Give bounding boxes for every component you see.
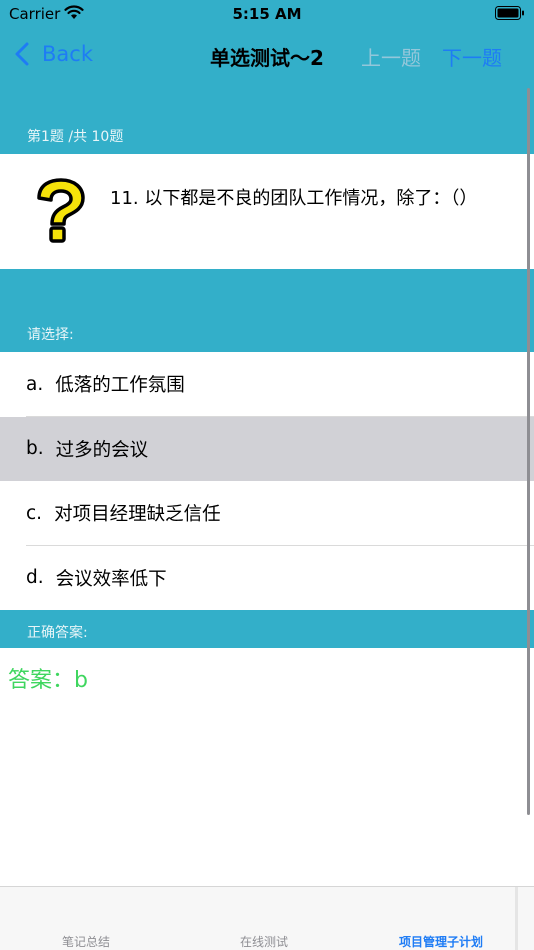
option-letter: d. — [26, 567, 44, 589]
option-letter: c. — [26, 502, 43, 524]
question-text: 11. 以下都是不良的团队工作情况，除了：（） — [110, 188, 478, 209]
navigation-bar: Back 单选测试～2 上一题 下一题 — [0, 30, 534, 78]
option-letter: a. — [26, 373, 44, 395]
status-time: 5:15 AM — [232, 5, 302, 23]
question-counter: 第1题 /共 10题 — [27, 129, 124, 145]
vertical-scrollbar[interactable] — [527, 88, 530, 815]
option-text: 会议效率低下 — [55, 568, 167, 590]
correct-answer-text: 答案：b — [8, 668, 88, 693]
tab-notes-summary[interactable]: 笔记总结 — [62, 933, 110, 950]
tab-project-subplan[interactable]: 项目管理子计划 — [399, 933, 483, 950]
previous-question-button[interactable]: 上一题 — [361, 42, 421, 71]
tab-bar-scroll-indicator — [515, 887, 518, 950]
battery-icon — [495, 6, 524, 20]
tab-bar: 笔记总结 在线测试 项目管理子计划 — [0, 886, 534, 950]
question-mark-icon — [37, 178, 85, 243]
answer-section-header: 正确答案: — [0, 610, 534, 648]
question-card: 11. 以下都是不良的团队工作情况，除了：（） — [0, 154, 534, 269]
option-d[interactable]: d. 会议效率低下 — [0, 545, 534, 610]
option-a[interactable]: a. 低落的工作氛围 — [0, 352, 534, 417]
status-bar: Carrier 5:15 AM — [0, 0, 534, 28]
choose-label: 请选择: — [27, 327, 74, 343]
tab-online-test[interactable]: 在线测试 — [240, 933, 288, 950]
option-b[interactable]: b. 过多的会议 — [0, 416, 534, 481]
options-list: a. 低落的工作氛围 b. 过多的会议 c. 对项目经理缺乏信任 d. 会议效率… — [0, 352, 534, 610]
option-text: 过多的会议 — [55, 439, 149, 461]
choose-section-header: 请选择: — [0, 269, 534, 352]
answer-label: 正确答案: — [27, 625, 88, 641]
option-text: 对项目经理缺乏信任 — [54, 504, 221, 526]
next-question-button[interactable]: 下一题 — [442, 42, 502, 71]
option-letter: b. — [26, 438, 44, 460]
option-text: 低落的工作氛围 — [55, 375, 185, 397]
option-c[interactable]: c. 对项目经理缺乏信任 — [0, 481, 534, 546]
